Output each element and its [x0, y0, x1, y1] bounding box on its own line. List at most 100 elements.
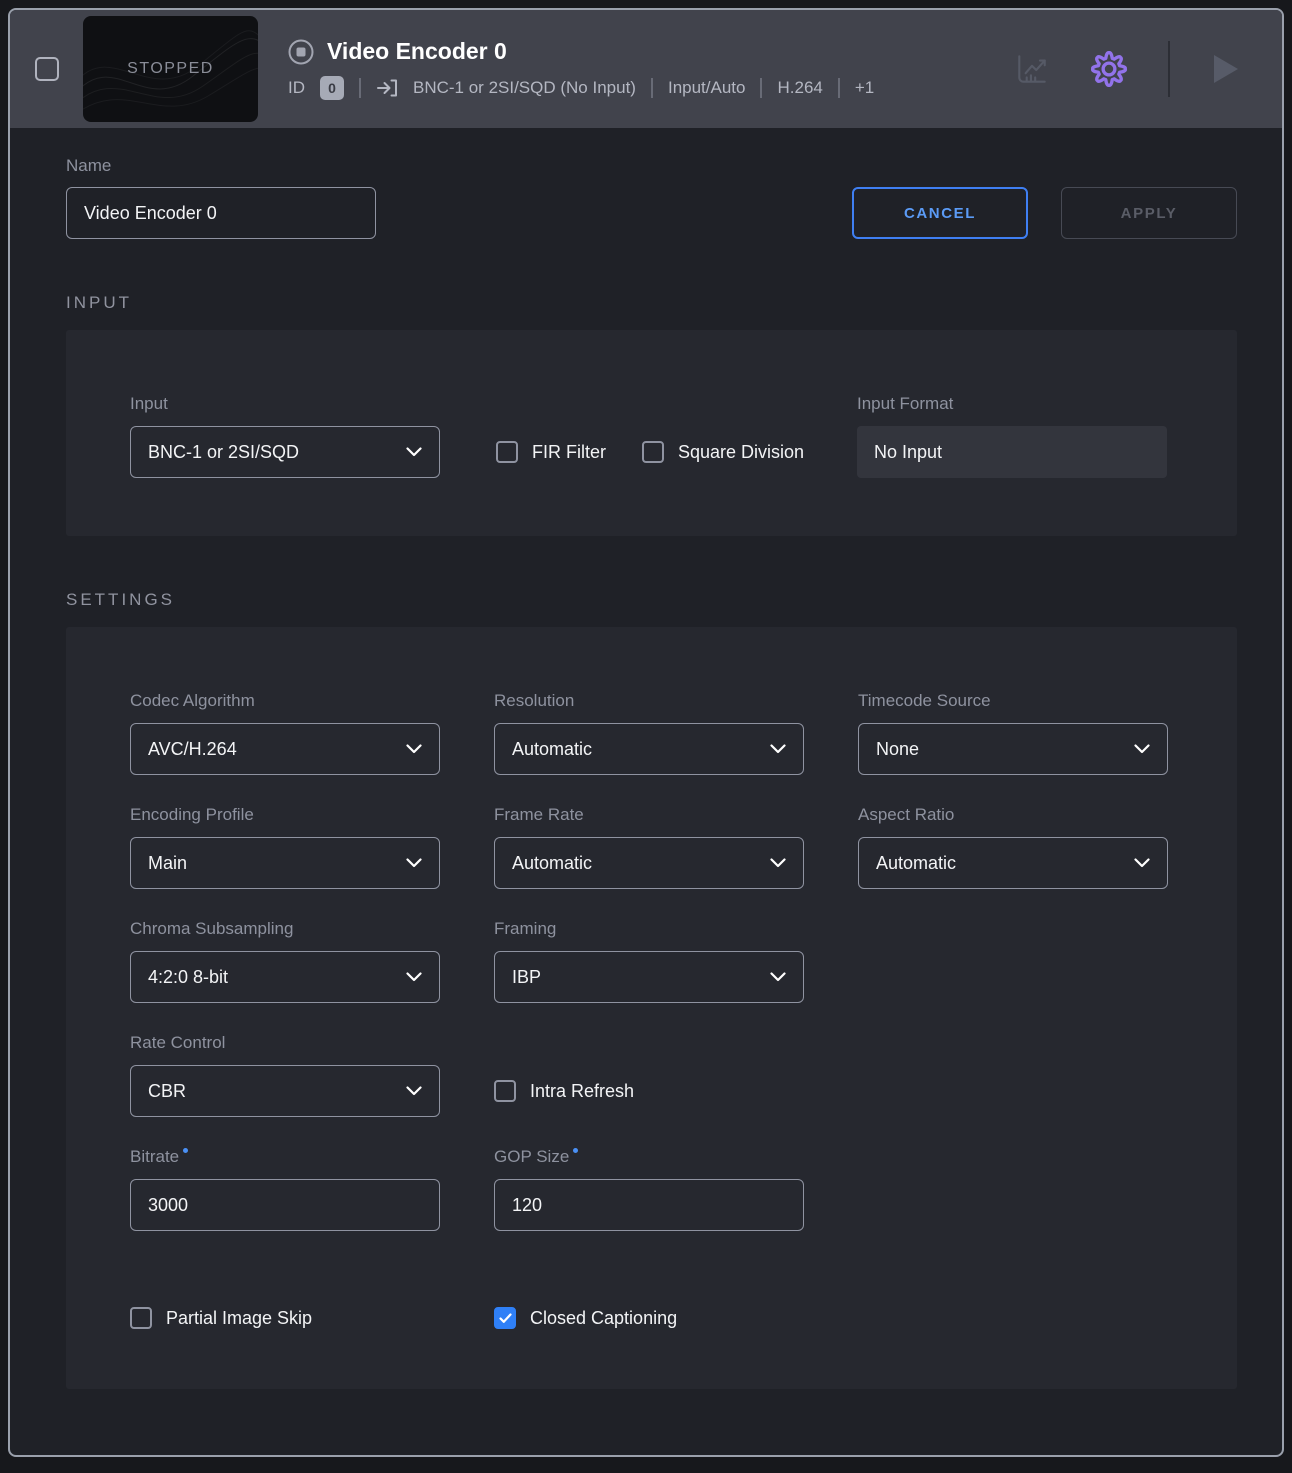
stats-chart-icon[interactable]: [1014, 51, 1050, 87]
frame-rate-value: Automatic: [512, 853, 592, 874]
rate-control-select[interactable]: CBR: [130, 1065, 440, 1117]
required-indicator: [183, 1148, 188, 1153]
input-section-title: INPUT: [66, 293, 1237, 313]
intra-refresh-checkbox[interactable]: Intra Refresh: [494, 1080, 634, 1102]
encoding-profile-value: Main: [148, 853, 187, 874]
play-icon[interactable]: [1210, 53, 1240, 85]
rate-control-field: Rate Control CBR: [130, 1033, 440, 1117]
title-block: Video Encoder 0 ID 0 BNC-1 or 2SI/SQD (N…: [288, 38, 1014, 100]
resolution-label: Resolution: [494, 691, 804, 711]
closed-captioning-label: Closed Captioning: [530, 1308, 677, 1329]
closed-captioning-checkbox[interactable]: Closed Captioning: [494, 1307, 804, 1329]
name-input[interactable]: [66, 187, 376, 239]
settings-gear-icon[interactable]: [1090, 50, 1128, 88]
square-division-label: Square Division: [678, 442, 804, 463]
encoding-profile-field: Encoding Profile Main: [130, 805, 440, 889]
preview-thumbnail: STOPPED: [83, 16, 258, 122]
status-badge: STOPPED: [127, 60, 214, 78]
grid-spacer: [858, 1033, 1168, 1117]
intra-refresh-label: Intra Refresh: [530, 1081, 634, 1102]
input-field: Input BNC-1 or 2SI/SQD: [130, 394, 440, 478]
page-title: Video Encoder 0: [327, 38, 507, 65]
id-badge: 0: [320, 76, 344, 100]
bitrate-label: Bitrate: [130, 1147, 440, 1167]
chevron-down-icon: [406, 972, 422, 982]
meta-more-badge[interactable]: +1: [855, 78, 874, 98]
chevron-down-icon: [1134, 744, 1150, 754]
timecode-source-select[interactable]: None: [858, 723, 1168, 775]
encoder-form: Name CANCEL APPLY INPUT Input BNC-1 or 2…: [10, 128, 1282, 1389]
bottom-checkboxes: Partial Image Skip Closed Captioning: [130, 1307, 1237, 1329]
aspect-ratio-value: Automatic: [876, 853, 956, 874]
settings-section-panel: Codec Algorithm AVC/H.264 Resolution Aut…: [66, 627, 1237, 1389]
chevron-down-icon: [406, 1086, 422, 1096]
checkbox-box: [494, 1307, 516, 1329]
checkbox-box: [642, 441, 664, 463]
chevron-down-icon: [770, 744, 786, 754]
checkbox-box: [130, 1307, 152, 1329]
input-format-value: No Input: [857, 426, 1167, 478]
framing-value: IBP: [512, 967, 541, 988]
timecode-source-label: Timecode Source: [858, 691, 1168, 711]
checkbox-box: [494, 1080, 516, 1102]
codec-algorithm-field: Codec Algorithm AVC/H.264: [130, 691, 440, 775]
gop-size-field: GOP Size: [494, 1147, 804, 1231]
chroma-subsampling-label: Chroma Subsampling: [130, 919, 440, 939]
input-select[interactable]: BNC-1 or 2SI/SQD: [130, 426, 440, 478]
select-encoder-checkbox[interactable]: [35, 57, 59, 81]
meta-row: ID 0 BNC-1 or 2SI/SQD (No Input) Input/A…: [288, 76, 1014, 100]
required-indicator: [573, 1148, 578, 1153]
fir-filter-checkbox[interactable]: FIR Filter: [496, 441, 606, 463]
frame-rate-select[interactable]: Automatic: [494, 837, 804, 889]
chevron-down-icon: [770, 972, 786, 982]
codec-algorithm-label: Codec Algorithm: [130, 691, 440, 711]
chevron-down-icon: [406, 744, 422, 754]
encoder-card: STOPPED Video Encoder 0 ID 0 BNC-1 o: [8, 8, 1284, 1457]
chevron-down-icon: [770, 858, 786, 868]
rate-control-value: CBR: [148, 1081, 186, 1102]
framing-select[interactable]: IBP: [494, 951, 804, 1003]
meta-codec: H.264: [777, 78, 822, 98]
cancel-button[interactable]: CANCEL: [852, 187, 1028, 239]
checkbox-box: [496, 441, 518, 463]
gop-size-input[interactable]: [494, 1179, 804, 1231]
intra-refresh-wrap: Intra Refresh: [494, 1065, 804, 1117]
input-format-field: Input Format No Input: [857, 394, 1167, 478]
encoding-profile-select[interactable]: Main: [130, 837, 440, 889]
frame-rate-label: Frame Rate: [494, 805, 804, 825]
chroma-subsampling-select[interactable]: 4:2:0 8-bit: [130, 951, 440, 1003]
rate-control-label: Rate Control: [130, 1033, 440, 1053]
meta-source: BNC-1 or 2SI/SQD (No Input): [413, 78, 636, 98]
input-checkboxes: FIR Filter Square Division: [496, 426, 804, 478]
aspect-ratio-select[interactable]: Automatic: [858, 837, 1168, 889]
input-section-panel: Input BNC-1 or 2SI/SQD FIR Filter: [66, 330, 1237, 536]
input-label: Input: [130, 394, 440, 414]
resolution-value: Automatic: [512, 739, 592, 760]
codec-algorithm-select[interactable]: AVC/H.264: [130, 723, 440, 775]
name-label: Name: [66, 156, 376, 176]
framing-label: Framing: [494, 919, 804, 939]
name-field-group: Name: [66, 156, 376, 239]
gop-size-label: GOP Size: [494, 1147, 804, 1167]
resolution-select[interactable]: Automatic: [494, 723, 804, 775]
partial-image-skip-checkbox[interactable]: Partial Image Skip: [130, 1307, 440, 1329]
grid-spacer: [858, 1147, 1168, 1231]
square-division-checkbox[interactable]: Square Division: [642, 441, 804, 463]
encoder-header: STOPPED Video Encoder 0 ID 0 BNC-1 o: [10, 10, 1282, 128]
timecode-source-field: Timecode Source None: [858, 691, 1168, 775]
divider: [1168, 41, 1170, 97]
chevron-down-icon: [1134, 858, 1150, 868]
input-source-icon: [376, 77, 398, 99]
chroma-subsampling-field: Chroma Subsampling 4:2:0 8-bit: [130, 919, 440, 1003]
divider: [651, 78, 653, 98]
frame-rate-field: Frame Rate Automatic: [494, 805, 804, 889]
framing-field: Framing IBP: [494, 919, 804, 1003]
fir-filter-label: FIR Filter: [532, 442, 606, 463]
stop-circle-icon: [288, 39, 314, 65]
chevron-down-icon: [406, 447, 422, 457]
bitrate-input[interactable]: [130, 1179, 440, 1231]
divider: [838, 78, 840, 98]
settings-section-title: SETTINGS: [66, 590, 1237, 610]
apply-button[interactable]: APPLY: [1061, 187, 1237, 239]
id-label: ID: [288, 78, 305, 98]
